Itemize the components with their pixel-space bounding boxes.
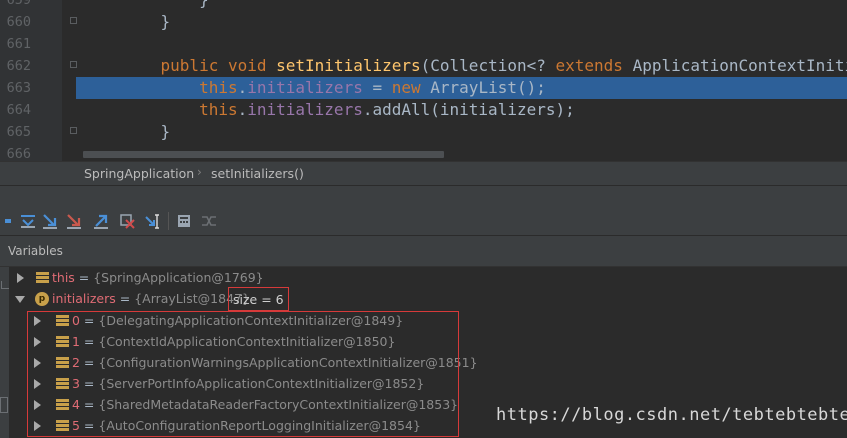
collection-size: size = 6 [233,292,284,307]
line-number: 662 [6,58,31,74]
fold-marker-icon[interactable] [70,127,77,134]
equals-sign: = [115,291,135,306]
side-check-icon[interactable] [1,281,9,289]
variable-name: this [52,270,75,285]
fold-marker-icon[interactable] [70,17,77,24]
horizontal-scrollbar[interactable] [83,151,444,158]
side-toggle-icon[interactable] [0,397,8,413]
variables-title: Variables [8,244,63,258]
field-icon [36,272,49,284]
breadcrumb-item-method[interactable]: setInitializers() [211,166,304,181]
code-text-method-signature: public void setInitializers(Collection<?… [160,56,847,75]
watermark-text: https://blog.csdn.net/tebtebtebteb [496,405,847,425]
expand-arrow-icon[interactable] [17,273,24,283]
line-number: 659 [6,0,31,8]
collapse-arrow-icon[interactable] [15,296,25,303]
code-line-current: 663 this.initializers = new ArrayList(); [0,77,847,99]
code-line: 660 } [0,11,847,33]
trace-stream-icon[interactable] [200,212,218,230]
breadcrumb-separator-icon: › [197,165,202,179]
panel-side-strip [0,267,9,438]
force-step-into-icon[interactable] [65,212,83,230]
code-line: 659 } [0,0,847,11]
variable-row-initializers[interactable]: p initializers = {ArrayList@1847} [14,289,414,310]
breadcrumb: SpringApplication › setInitializers() [0,161,847,186]
code-line: 664 this.initializers.addAll(initializer… [0,99,847,121]
line-number: 663 [6,80,31,96]
code-text: } [122,122,171,141]
code-editor[interactable]: 659 } 660 } 661 662 public void setIniti… [0,0,847,161]
variable-name: initializers [52,291,116,306]
code-text: } [122,12,171,31]
line-number: 665 [6,124,31,140]
items-annotation-box [27,311,459,437]
variable-value: {SpringApplication@1769} [93,270,264,285]
evaluate-expression-icon[interactable] [175,212,193,230]
code-text: this.initializers.addAll(initializers); [199,100,575,119]
line-number: 661 [6,36,31,52]
line-number: 666 [6,146,31,161]
code-line: 661 [0,33,847,55]
variable-row-this[interactable]: this = {SpringApplication@1769} [14,268,414,289]
line-number: 664 [6,102,31,118]
step-over-icon[interactable] [19,212,37,230]
line-number: 660 [6,14,31,30]
fold-marker-icon[interactable] [70,61,77,68]
toolbar-divider [168,212,169,230]
code-line: 665 } [0,121,847,143]
debug-toolbar [0,207,847,236]
drop-frame-icon[interactable] [118,212,136,230]
step-out-icon[interactable] [92,212,110,230]
code-text: this.initializers = new ArrayList(); [199,78,546,97]
equals-sign: = [74,270,94,285]
panel-splitter[interactable] [0,185,847,208]
code-text: } [122,0,209,9]
run-to-cursor-icon[interactable] [144,212,162,230]
breadcrumb-item-class[interactable]: SpringApplication [84,166,194,181]
code-line: 662 public void setInitializers(Collecti… [0,55,847,77]
variables-panel-header: Variables [0,236,847,267]
step-into-icon[interactable] [41,212,59,230]
parameter-icon: p [35,292,49,306]
